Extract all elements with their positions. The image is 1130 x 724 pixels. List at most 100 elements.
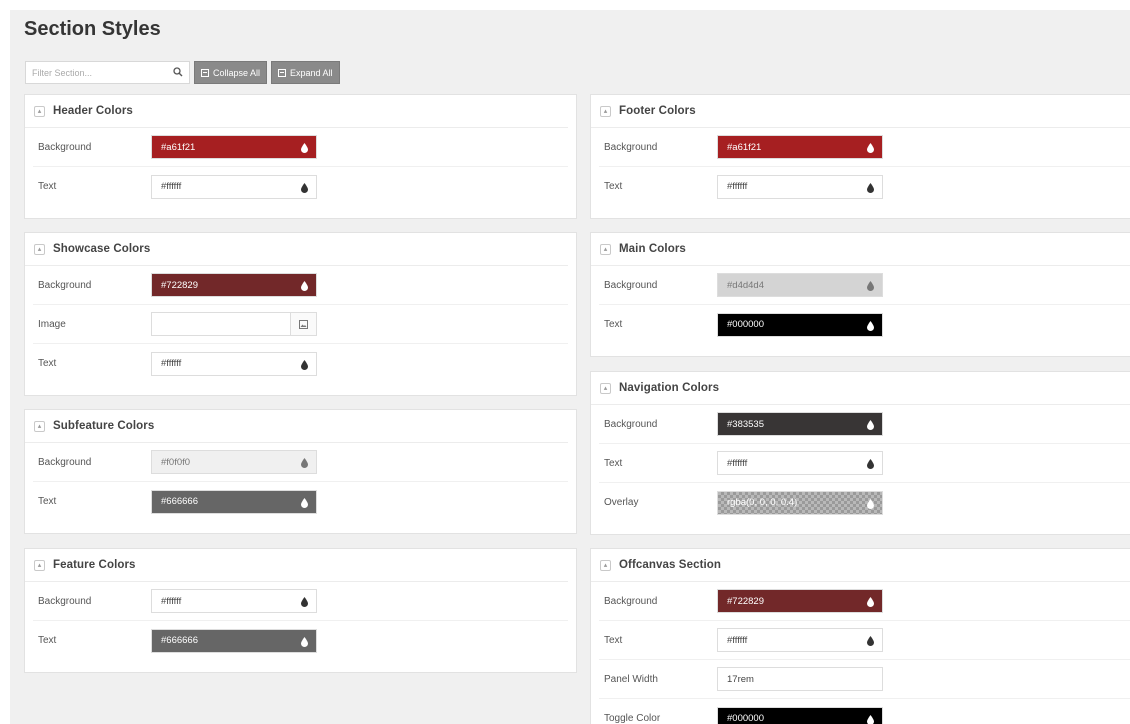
- image-picker-button[interactable]: [290, 313, 316, 335]
- section-header[interactable]: ▴ Showcase Colors: [25, 233, 568, 266]
- collapse-toggle-icon[interactable]: ▴: [600, 105, 611, 117]
- toolbar: Collapse All Expand All: [25, 61, 340, 84]
- field-row-background: Background #a61f21: [33, 128, 568, 167]
- field-row-background: Background #d4d4d4: [599, 266, 1130, 305]
- section-title: Offcanvas Section: [619, 559, 722, 571]
- text-color-picker[interactable]: #000000: [717, 312, 883, 337]
- toggle-color-color-picker[interactable]: #000000: [717, 706, 883, 724]
- showcase-colors-card: ▴ Showcase Colors Background #722829 Image Te…: [24, 232, 577, 396]
- section-title: Footer Colors: [619, 105, 696, 117]
- section-header[interactable]: ▴ Main Colors: [591, 233, 1130, 266]
- section-header[interactable]: ▴ Subfeature Colors: [25, 410, 568, 443]
- section-header[interactable]: ▴ Offcanvas Section: [591, 549, 1130, 582]
- image-input[interactable]: [151, 312, 317, 336]
- color-value: #666666: [161, 496, 198, 507]
- color-drop-icon[interactable]: [867, 320, 874, 331]
- collapse-toggle-icon[interactable]: ▴: [600, 559, 611, 571]
- color-drop-icon[interactable]: [301, 458, 308, 468]
- field-label: Background: [604, 595, 658, 607]
- color-value: #d4d4d4: [727, 279, 764, 291]
- field-label: Background: [38, 279, 92, 291]
- panel-width-input[interactable]: 17rem: [717, 667, 883, 691]
- collapse-toggle-icon[interactable]: ▴: [600, 243, 611, 255]
- section-header[interactable]: ▴ Footer Colors: [591, 95, 1130, 128]
- color-drop-icon[interactable]: [867, 714, 874, 724]
- section-header[interactable]: ▴ Feature Colors: [25, 549, 568, 582]
- background-color-picker[interactable]: #d4d4d4: [717, 273, 883, 297]
- offcanvas-section-card: ▴ Offcanvas Section Background #722829 Text #…: [590, 548, 1130, 724]
- field-row-image: Image: [33, 305, 568, 344]
- field-row-text: Text #ffffff: [33, 344, 568, 383]
- text-color-picker[interactable]: #ffffff: [717, 628, 883, 652]
- field-label: Text: [604, 181, 623, 192]
- text-color-picker[interactable]: #ffffff: [717, 174, 883, 199]
- text-color-picker[interactable]: #666666: [151, 628, 317, 653]
- field-label: Text: [38, 181, 57, 192]
- color-drop-icon[interactable]: [867, 182, 874, 193]
- color-value: #a61f21: [727, 141, 762, 153]
- field-label: Background: [38, 141, 92, 153]
- background-color-picker[interactable]: #722829: [151, 273, 317, 297]
- collapse-toggle-icon[interactable]: ▴: [600, 382, 611, 394]
- background-color-picker[interactable]: #722829: [717, 589, 883, 613]
- color-drop-icon[interactable]: [301, 182, 308, 193]
- background-color-picker[interactable]: #a61f21: [717, 135, 883, 159]
- background-color-picker[interactable]: #f0f0f0: [151, 450, 317, 474]
- field-label: Panel Width: [604, 673, 658, 685]
- color-drop-icon[interactable]: [301, 359, 308, 370]
- color-drop-icon[interactable]: [301, 281, 308, 291]
- collapse-toggle-icon[interactable]: ▴: [34, 105, 45, 117]
- section-title: Main Colors: [619, 243, 686, 255]
- text-color-picker[interactable]: #ffffff: [151, 351, 317, 376]
- color-drop-icon[interactable]: [867, 420, 874, 430]
- text-color-picker[interactable]: #666666: [151, 489, 317, 514]
- color-drop-icon[interactable]: [301, 497, 308, 508]
- color-drop-icon[interactable]: [301, 597, 308, 607]
- color-drop-icon[interactable]: [867, 143, 874, 153]
- collapse-toggle-icon[interactable]: ▴: [34, 243, 45, 255]
- text-color-picker[interactable]: #ffffff: [717, 451, 883, 475]
- field-label: Toggle Color: [604, 713, 661, 724]
- page-title: Section Styles: [24, 18, 161, 40]
- filter-section-field[interactable]: [25, 61, 190, 84]
- field-label: Overlay: [604, 497, 639, 508]
- background-color-picker[interactable]: #a61f21: [151, 135, 317, 159]
- field-row-toggle-color: Toggle Color #000000: [599, 699, 1130, 724]
- field-label: Background: [604, 418, 658, 430]
- field-row-text: Text #000000: [599, 305, 1130, 344]
- color-value: #f0f0f0: [161, 456, 191, 468]
- section-header[interactable]: ▴ Navigation Colors: [591, 372, 1130, 405]
- text-color-picker[interactable]: #ffffff: [151, 174, 317, 199]
- color-value: #a61f21: [161, 141, 196, 153]
- field-row-text: Text #ffffff: [599, 167, 1130, 206]
- filter-section-input[interactable]: [32, 67, 172, 78]
- color-value: rgba(0, 0, 0, 0.4): [727, 497, 798, 508]
- field-row-background: Background #722829: [33, 266, 568, 305]
- field-label: Background: [38, 456, 92, 468]
- section-title: Feature Colors: [53, 559, 136, 571]
- color-drop-icon[interactable]: [301, 143, 308, 153]
- background-color-picker[interactable]: #ffffff: [151, 589, 317, 613]
- image-picker-icon[interactable]: [299, 319, 308, 329]
- section-title: Navigation Colors: [619, 382, 720, 394]
- field-label: Text: [38, 496, 57, 507]
- field-row-background: Background #a61f21: [599, 128, 1130, 167]
- color-drop-icon[interactable]: [301, 636, 308, 647]
- expand-all-button[interactable]: Expand All: [271, 61, 340, 84]
- overlay-color-picker[interactable]: rgba(0, 0, 0, 0.4): [717, 490, 883, 515]
- color-value: #666666: [161, 635, 198, 646]
- color-drop-icon[interactable]: [867, 281, 874, 291]
- collapse-toggle-icon[interactable]: ▴: [34, 420, 45, 432]
- color-drop-icon[interactable]: [867, 597, 874, 607]
- color-drop-icon[interactable]: [867, 459, 874, 469]
- search-icon[interactable]: [173, 67, 183, 77]
- background-color-picker[interactable]: #383535: [717, 412, 883, 436]
- color-value: #722829: [161, 279, 198, 291]
- collapse-toggle-icon[interactable]: ▴: [34, 559, 45, 571]
- section-header[interactable]: ▴ Header Colors: [25, 95, 568, 128]
- field-row-background: Background #383535: [599, 405, 1130, 444]
- color-drop-icon[interactable]: [867, 636, 874, 646]
- color-drop-icon[interactable]: [867, 498, 874, 509]
- collapse-all-button[interactable]: Collapse All: [194, 61, 268, 84]
- section-styles-page: Section Styles Collapse All Expand All ▴…: [10, 10, 1130, 724]
